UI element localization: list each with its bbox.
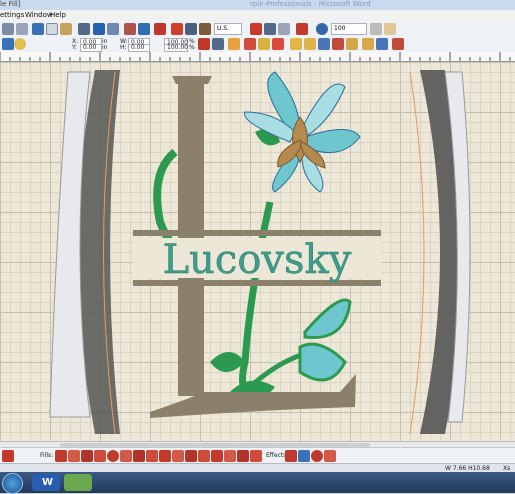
fill-pattern-5-icon[interactable] [107, 450, 119, 462]
monogram-name-text: Lucovsky [163, 237, 352, 283]
stitch-icon[interactable] [318, 38, 330, 50]
fill-pattern-12-icon[interactable] [198, 450, 210, 462]
h-label: H: [120, 44, 127, 51]
fill-pattern-14-icon[interactable] [224, 450, 236, 462]
letter-L-top-serif [172, 76, 212, 84]
cut-icon[interactable] [32, 23, 44, 35]
help-icon[interactable] [14, 38, 26, 50]
leaf-green-1 [210, 352, 245, 372]
height-percent-sign: % [189, 44, 195, 51]
layout-icon[interactable] [185, 23, 197, 35]
select-icon[interactable] [2, 38, 14, 50]
horizontal-ruler [0, 52, 515, 62]
fill-pattern-6-icon[interactable] [120, 450, 132, 462]
word-icon: W [42, 477, 54, 488]
banner-line-top [133, 230, 381, 236]
select-tool-icon[interactable] [290, 38, 302, 50]
transform-toolbar: X: 0.00 in Y: 0.00 in W: 0.00 H: 0.00 10… [0, 37, 515, 53]
fill-pattern-1-icon[interactable] [55, 450, 67, 462]
fill-pattern-15-icon[interactable] [237, 450, 249, 462]
fill-pattern-2-icon[interactable] [68, 450, 80, 462]
import-icon[interactable] [124, 23, 136, 35]
auto-border-icon[interactable] [272, 38, 284, 50]
fill-pattern-11-icon[interactable] [185, 450, 197, 462]
fill-grid-icon[interactable] [2, 450, 14, 462]
ungroup-icon[interactable] [376, 38, 388, 50]
ruler-ticks [0, 52, 511, 61]
color-icon[interactable] [304, 38, 316, 50]
pattern-icon[interactable] [346, 38, 358, 50]
effect-2-icon[interactable] [298, 450, 310, 462]
hoop-right-guide [409, 71, 425, 435]
export-icon[interactable] [138, 23, 150, 35]
fills-toolbar: Fills: Effects: [0, 447, 515, 464]
paste-icon[interactable] [60, 23, 72, 35]
main-toolbar: U.S. 100 [0, 21, 515, 38]
grid-icon[interactable] [264, 23, 276, 35]
y-unit: in [102, 44, 108, 51]
align-icon[interactable] [392, 38, 404, 50]
zoom-to-fit-icon[interactable] [370, 23, 382, 35]
taskbar-word-button[interactable]: W [32, 474, 60, 491]
units-select[interactable]: U.S. [214, 23, 242, 35]
redo-icon[interactable] [107, 23, 119, 35]
star-icon[interactable] [228, 38, 240, 50]
fill-pattern-16-icon[interactable] [250, 450, 262, 462]
delete-icon[interactable] [78, 23, 90, 35]
print-icon[interactable] [2, 23, 14, 35]
design-size-status: W 7.66 H10.68 [445, 465, 490, 472]
h-field[interactable]: 0.00 [128, 44, 150, 52]
effect-4-icon[interactable] [324, 450, 336, 462]
menu-help[interactable]: Help [50, 11, 66, 19]
window-title: le Fill] [0, 0, 21, 8]
fill-pattern-8-icon[interactable] [146, 450, 158, 462]
applique-icon[interactable] [258, 38, 270, 50]
send-to-machine-icon[interactable] [154, 23, 166, 35]
group-icon[interactable] [362, 38, 374, 50]
pan-hand-icon[interactable] [384, 23, 396, 35]
taskbar: W [0, 472, 515, 494]
menu-settings[interactable]: ettings [0, 11, 24, 19]
taskbar-embroidery-button[interactable] [64, 474, 92, 491]
shape-icon[interactable] [244, 38, 256, 50]
fill-icon[interactable] [332, 38, 344, 50]
embroidery-design: Lucovsky [49, 70, 471, 435]
print-preview-icon[interactable] [16, 23, 28, 35]
leaf-aqua-2 [298, 342, 347, 382]
fill-pattern-10-icon[interactable] [172, 450, 184, 462]
ruler-icon[interactable] [296, 23, 308, 35]
leaf-aqua-1 [303, 298, 352, 340]
copy-icon[interactable] [46, 23, 58, 35]
fill-pattern-4-icon[interactable] [94, 450, 106, 462]
design-canvas[interactable]: Lucovsky [0, 62, 515, 441]
fill-pattern-7-icon[interactable] [133, 450, 145, 462]
menu-window[interactable]: Window [25, 11, 53, 19]
window-title-faded: rple-Professionals - Microsoft Word [250, 0, 371, 8]
lock-ratio-icon[interactable] [198, 38, 210, 50]
stop-icon[interactable] [250, 23, 262, 35]
hoop-icon[interactable] [278, 23, 290, 35]
y-field[interactable]: 0.00 [80, 44, 102, 52]
petal-right-top [299, 83, 346, 138]
fill-pattern-3-icon[interactable] [81, 450, 93, 462]
zoom-icon[interactable] [316, 23, 328, 35]
y-label: Y: [72, 44, 77, 51]
fills-label: Fills: [40, 452, 54, 459]
start-button[interactable] [2, 473, 23, 494]
title-bar: le Fill] rple-Professionals - Microsoft … [0, 0, 515, 10]
effect-3-icon[interactable] [311, 450, 323, 462]
undo-icon[interactable] [93, 23, 105, 35]
zoom-select[interactable]: 100 [331, 23, 367, 35]
color-sort-icon[interactable] [171, 23, 183, 35]
rotate-icon[interactable] [212, 38, 224, 50]
effect-1-icon[interactable] [285, 450, 297, 462]
status-partial: Xs [503, 465, 511, 472]
fill-pattern-9-icon[interactable] [159, 450, 171, 462]
height-percent-field[interactable]: 100.00 [164, 44, 188, 52]
thread-icon[interactable] [199, 23, 211, 35]
fill-pattern-13-icon[interactable] [211, 450, 223, 462]
